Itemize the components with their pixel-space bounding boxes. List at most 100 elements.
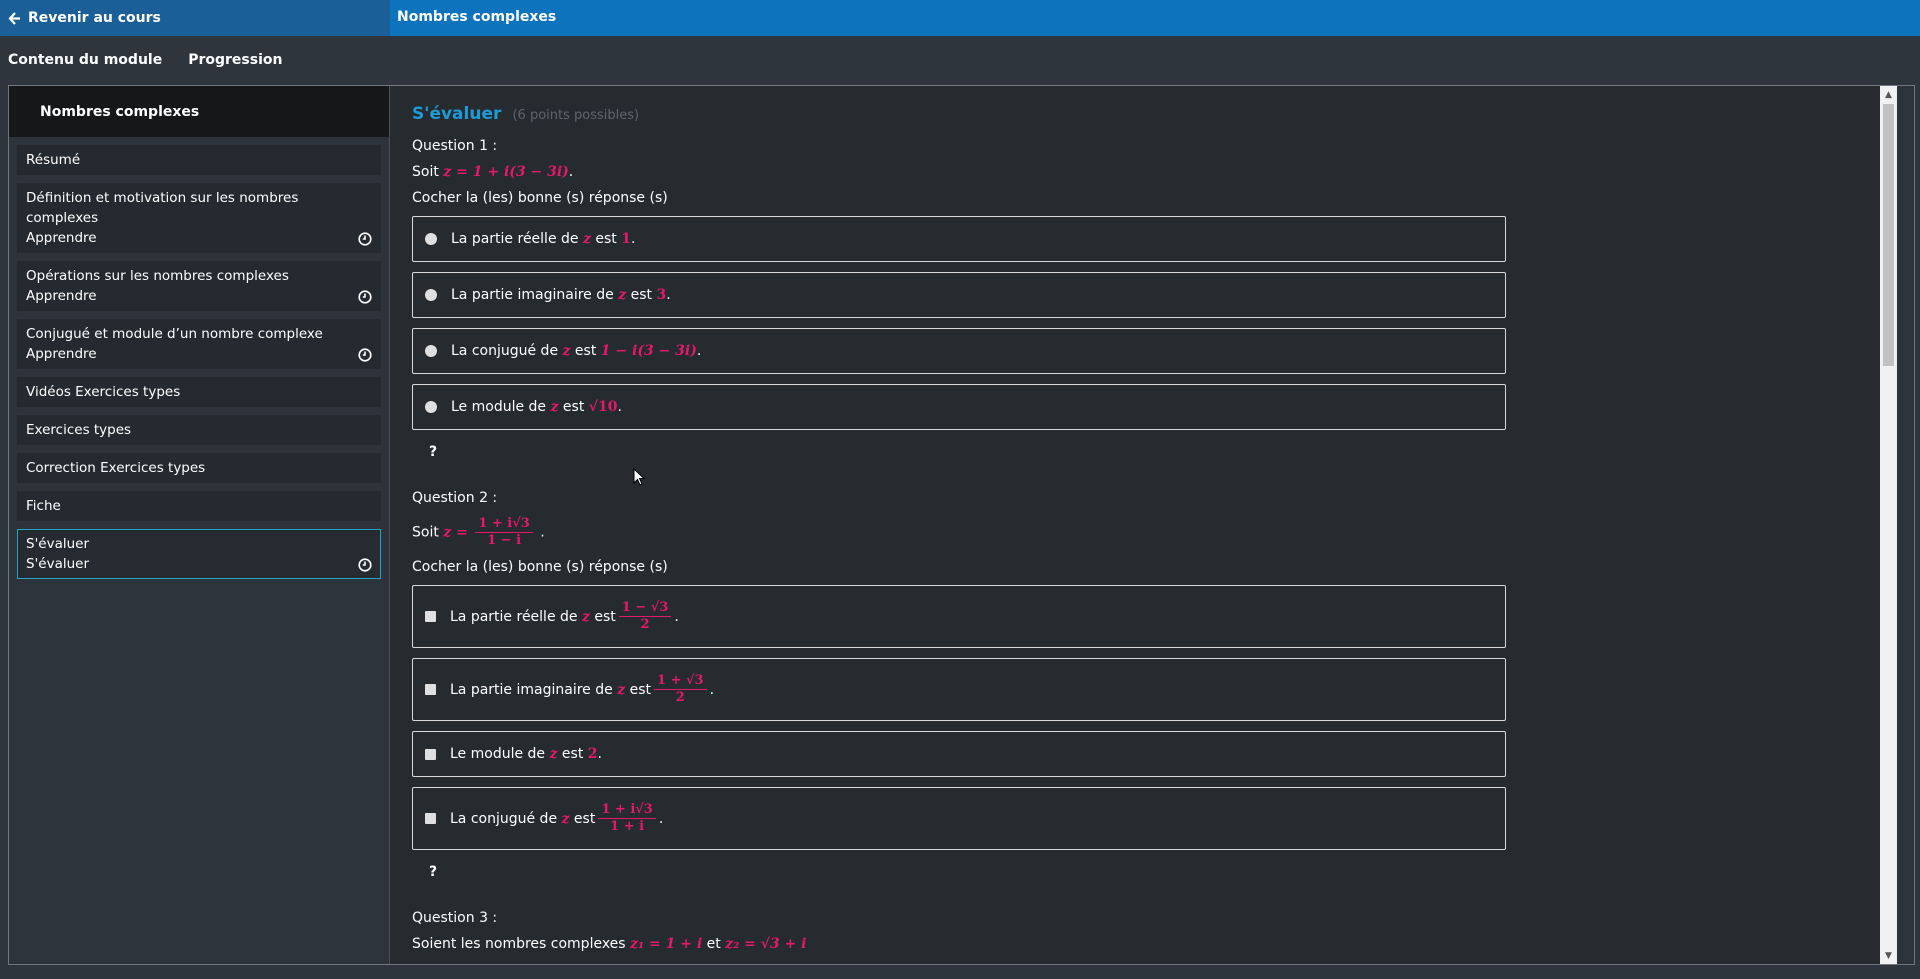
checkbox[interactable] [425, 813, 436, 824]
q1-hint-button[interactable]: ? [429, 444, 1875, 460]
section-header: S'évaluer (6 points possibles) [412, 104, 1875, 124]
option-text: La conjugué de [451, 343, 559, 359]
sidebar-item-label: Vidéos Exercices types [26, 384, 181, 400]
fraction-denominator: 2 [640, 617, 650, 632]
option-text: est [573, 810, 596, 827]
q1-option-3[interactable]: La conjugué de z est 1 − i(3 − 3i). [412, 328, 1506, 374]
radio-button[interactable] [425, 401, 437, 413]
option-text: est [629, 681, 651, 698]
q2-option-1[interactable]: La partie réelle de z est 1 − √3 2 . [412, 585, 1506, 648]
question-3-label: Question 3 : [412, 910, 498, 926]
option-text: Le module de [451, 399, 547, 415]
sidebar-item-label: Fiche [26, 498, 61, 514]
q1-option-4[interactable]: Le module de z est √10. [412, 384, 1506, 430]
back-to-course-button[interactable]: Revenir au cours [0, 0, 390, 36]
sidebar-items: Résumé Définition et motivation sur les … [9, 137, 389, 579]
sidebar-item-operations[interactable]: Opérations sur les nombres complexes App… [17, 261, 381, 311]
option-text: est [574, 343, 597, 359]
option-text: est [630, 287, 652, 303]
option-var: z [549, 746, 558, 762]
statement-math: z₁ = 1 + i [630, 936, 703, 952]
statement-text: Soit [412, 164, 439, 180]
clock-icon [358, 348, 372, 362]
option-text: est [561, 746, 584, 762]
option-fraction: 1 + √3 2 [654, 673, 707, 706]
question-2-label: Question 2 : [412, 490, 498, 506]
sidebar-item-fiche[interactable]: Fiche [17, 491, 381, 521]
back-to-course-label: Revenir au cours [28, 10, 161, 26]
sidebar-item-sublabel: Apprendre [26, 346, 97, 362]
module-nav: Contenu du module Progression [0, 36, 1920, 84]
sidebar-item-label: Correction Exercices types [26, 460, 206, 476]
q2-hint-button[interactable]: ? [429, 864, 1875, 880]
q2-option-3[interactable]: Le module de z est 2. [412, 731, 1506, 777]
scroll-up-arrow-icon[interactable]: ▲ [1880, 86, 1897, 103]
option-text: La partie réelle de [450, 608, 578, 625]
mouse-pointer-icon [633, 468, 645, 486]
statement-math: z₂ = √3 + i [725, 936, 807, 952]
fraction-denominator: 2 [675, 690, 685, 705]
option-var: z [582, 231, 591, 247]
top-bar: Revenir au cours Nombres complexes [0, 0, 1920, 36]
question-2-statement: Soit z = 1 + i√3 1 − i . [412, 516, 545, 548]
sidebar-header: Nombres complexes [9, 86, 389, 137]
checkbox[interactable] [425, 684, 436, 695]
option-var: z [617, 681, 626, 698]
radio-button[interactable] [425, 345, 437, 357]
clock-icon [358, 232, 372, 246]
option-var: z [618, 287, 627, 303]
question-3-statement: Soient les nombres complexes z₁ = 1 + i … [412, 936, 1875, 952]
checkbox[interactable] [425, 748, 436, 760]
radio-button[interactable] [425, 233, 437, 245]
module-content-link[interactable]: Contenu du module [8, 52, 162, 68]
checkbox[interactable] [425, 611, 436, 622]
option-value: 3 [656, 287, 667, 303]
sidebar-item-label: S'évaluer [26, 536, 90, 552]
scrollbar-thumb[interactable] [1883, 104, 1894, 366]
sidebar-item-conjugue[interactable]: Conjugué et module d’un nombre complexe … [17, 319, 381, 369]
option-value: 1 [621, 231, 631, 247]
sidebar-item-resume[interactable]: Résumé [17, 145, 381, 175]
q1-option-2[interactable]: La partie imaginaire de z est 3. [412, 272, 1506, 318]
statement-math: z = [443, 524, 468, 541]
option-value: 2 [587, 746, 598, 762]
module-panel: Nombres complexes Résumé Définition et m… [8, 85, 1915, 965]
vertical-scrollbar[interactable]: ▲ ▼ [1880, 86, 1897, 964]
fraction-numerator: 1 + i√3 [475, 516, 533, 533]
option-var: z [562, 343, 571, 359]
fraction-denominator: 1 − i [487, 533, 522, 548]
scroll-down-arrow-icon[interactable]: ▼ [1880, 947, 1897, 964]
statement-text: Soient les nombres complexes [412, 936, 626, 952]
option-text: est [594, 608, 616, 625]
sidebar-item-videos[interactable]: Vidéos Exercices types [17, 377, 381, 407]
sidebar-item-sublabel: Apprendre [26, 288, 97, 304]
option-text: est [562, 399, 585, 415]
sidebar: Nombres complexes Résumé Définition et m… [9, 86, 390, 964]
clock-icon [358, 290, 372, 304]
sidebar-item-sublabel: S'évaluer [26, 556, 90, 572]
fraction-numerator: 1 − √3 [618, 600, 672, 617]
fraction-numerator: 1 + i√3 [598, 802, 656, 819]
sidebar-item-label: Résumé [26, 152, 81, 168]
q2-option-4[interactable]: La conjugué de z est 1 + i√3 1 + i . [412, 787, 1506, 850]
radio-button[interactable] [425, 289, 437, 301]
progress-link[interactable]: Progression [188, 52, 282, 68]
option-var: z [581, 608, 590, 625]
sidebar-item-label: Définition et motivation sur les nombres… [26, 190, 299, 226]
sidebar-title: Nombres complexes [40, 103, 200, 120]
sidebar-item-definition[interactable]: Définition et motivation sur les nombres… [17, 183, 381, 253]
sidebar-item-correction[interactable]: Correction Exercices types [17, 453, 381, 483]
option-var: z [550, 399, 559, 415]
sidebar-item-exercices[interactable]: Exercices types [17, 415, 381, 445]
option-fraction: 1 + i√3 1 + i [598, 802, 656, 835]
option-value: 1 − i(3 − 3i) [600, 343, 697, 359]
q2-option-2[interactable]: La partie imaginaire de z est 1 + √3 2 . [412, 658, 1506, 721]
sidebar-item-label: Exercices types [26, 422, 132, 438]
arrow-left-icon [8, 11, 22, 25]
course-title: Nombres complexes [397, 9, 557, 25]
section-title: S'évaluer [412, 104, 502, 124]
q1-option-1[interactable]: La partie réelle de z est 1. [412, 216, 1506, 262]
option-text: est [595, 231, 617, 247]
fraction-numerator: 1 + √3 [654, 673, 707, 690]
sidebar-item-sevaluer[interactable]: S'évaluer S'évaluer [17, 529, 381, 579]
